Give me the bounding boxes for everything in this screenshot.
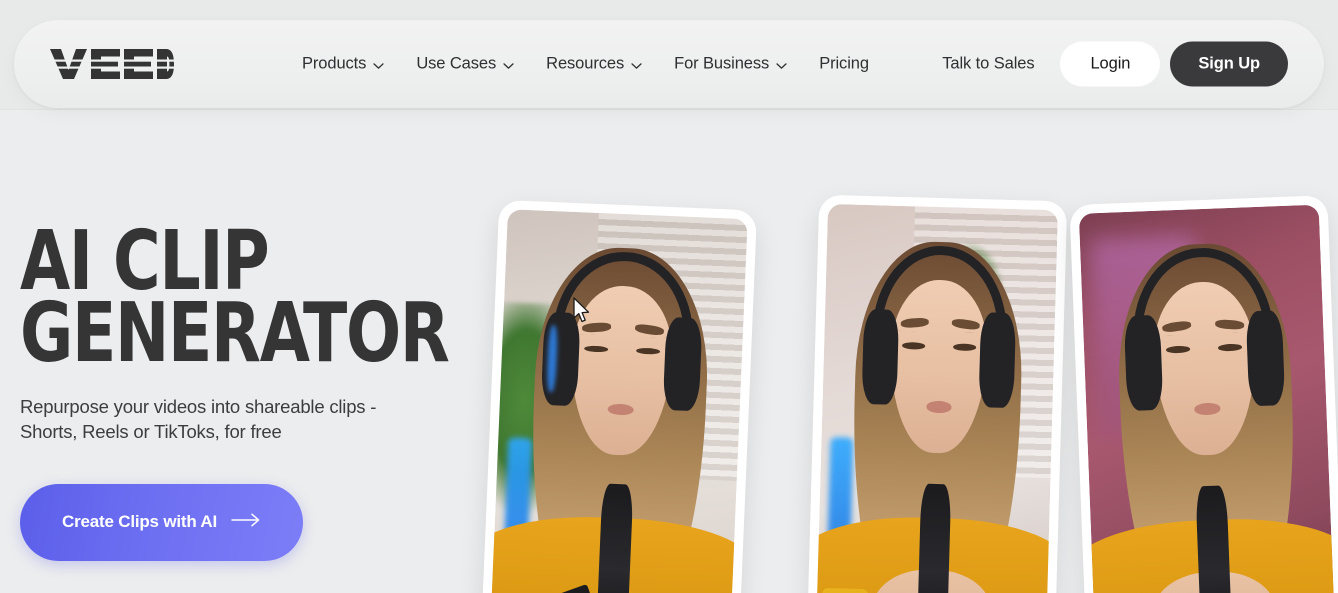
veed-logo[interactable]	[50, 47, 174, 81]
nav-item-label: For Business	[674, 54, 770, 73]
nav-actions: Talk to Sales Login Sign Up	[924, 41, 1288, 87]
clip-thumbnail	[490, 209, 748, 593]
signup-button[interactable]: Sign Up	[1170, 41, 1288, 87]
cta-label: Create Clips with AI	[62, 512, 218, 532]
chevron-down-icon	[503, 56, 514, 75]
nav-item-use-cases[interactable]: Use Cases	[400, 46, 530, 83]
talk-to-sales-link[interactable]: Talk to Sales	[924, 45, 1052, 84]
hero-subtitle-line-1: Repurpose your videos into shareable cli…	[20, 396, 377, 418]
chevron-down-icon	[631, 56, 642, 75]
clip-card-2[interactable]	[806, 194, 1068, 593]
clip-thumbnail	[1078, 204, 1336, 593]
navbar: Products Use Cases Resources For Busines…	[14, 20, 1324, 108]
chevron-down-icon	[776, 56, 787, 75]
page-title: AI CLIP GENERATOR	[20, 220, 450, 382]
arrow-right-icon	[231, 512, 261, 532]
nav-item-label: Products	[302, 54, 367, 73]
nav-item-pricing[interactable]: Pricing	[803, 47, 885, 82]
nav-item-products[interactable]: Products	[286, 46, 400, 83]
clip-card-1[interactable]	[480, 199, 758, 593]
nav-item-for-business[interactable]: For Business	[658, 46, 803, 83]
nav-item-label: Pricing	[819, 54, 869, 73]
veed-wordmark-icon	[50, 48, 174, 80]
nav-item-resources[interactable]: Resources	[530, 46, 658, 83]
main-navigation: Products Use Cases Resources For Busines…	[286, 46, 885, 83]
page-root: Products Use Cases Resources For Busines…	[0, 0, 1338, 593]
login-button[interactable]: Login	[1060, 41, 1161, 87]
clip-card-3[interactable]	[1069, 195, 1338, 593]
page-title-line-2: GENERATOR	[20, 286, 450, 382]
nav-item-label: Resources	[546, 54, 625, 73]
header-band: Products Use Cases Resources For Busines…	[0, 0, 1338, 110]
create-clips-with-ai-button[interactable]: Create Clips with AI	[20, 483, 304, 561]
hero-subtitle-line-2: Shorts, Reels or TikToks, for free	[20, 421, 282, 443]
hero-text-block: AI CLIP GENERATOR Repurpose your videos …	[20, 220, 490, 561]
hero-media-gallery	[470, 150, 1338, 593]
clip-thumbnail	[816, 203, 1058, 593]
chevron-down-icon	[373, 56, 384, 75]
hero-subtitle: Repurpose your videos into shareable cli…	[20, 394, 440, 444]
nav-item-label: Use Cases	[416, 54, 497, 73]
